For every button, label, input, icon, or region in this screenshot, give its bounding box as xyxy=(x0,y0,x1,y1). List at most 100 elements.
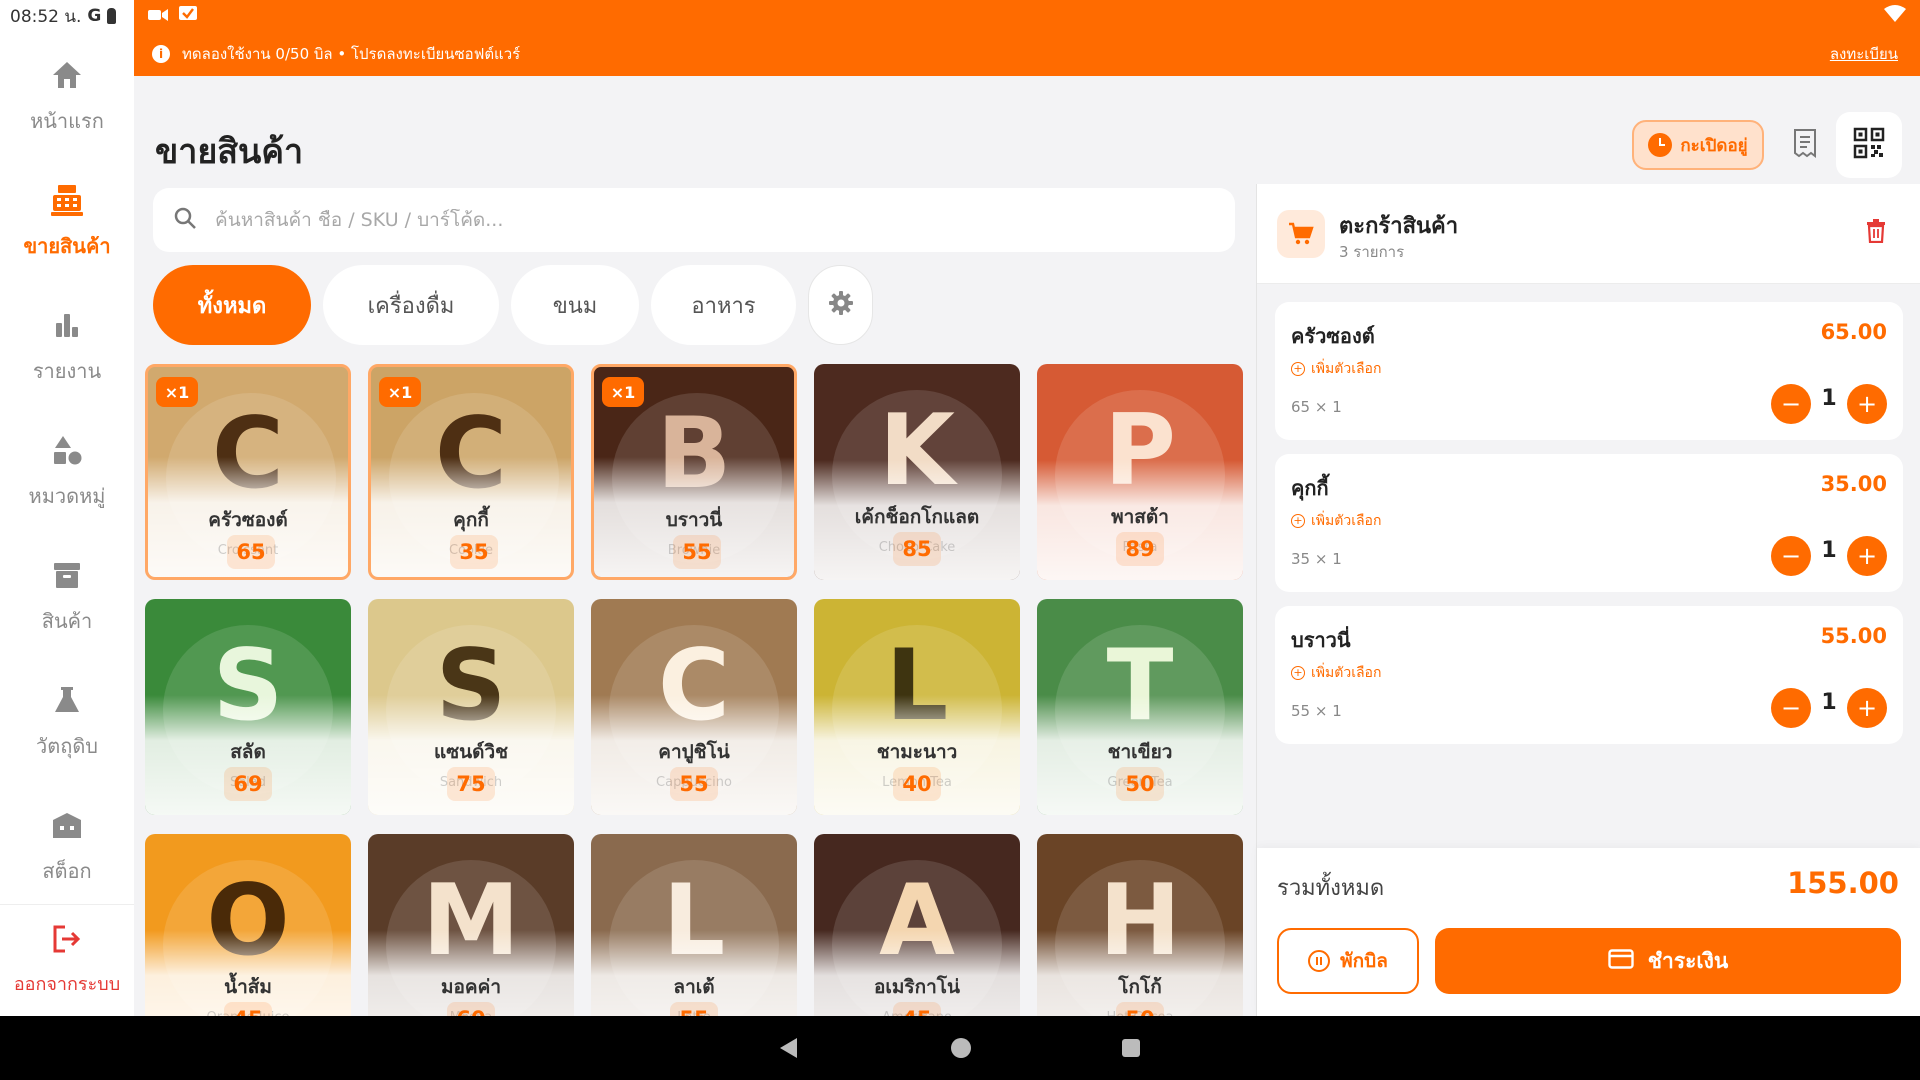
product-name: ชาเขียว xyxy=(1107,741,1173,763)
product-card[interactable]: T ชาเขียว Green Tea 50 xyxy=(1037,599,1243,815)
wifi-icon xyxy=(1884,5,1906,27)
sidebar-item-sell[interactable]: ขายสินค้า xyxy=(0,167,134,277)
status-right xyxy=(134,0,1920,32)
product-card[interactable]: Oน้ำส้มOrange Juice45 xyxy=(145,834,351,1016)
screen-check-icon xyxy=(178,5,198,27)
product-price: 65 xyxy=(227,535,275,569)
product-card[interactable]: S สลัด Salad 69 xyxy=(145,599,351,815)
cart-line-qty: 1 xyxy=(1821,690,1837,715)
gear-icon xyxy=(828,290,854,320)
hold-bill-label: พักบิล xyxy=(1340,950,1388,972)
status-time: 08:52 น. xyxy=(10,6,82,27)
sidebar-item-products[interactable]: สินค้า xyxy=(0,542,134,652)
page-title: ขายสินค้า xyxy=(155,132,304,172)
decrease-qty-button[interactable]: − xyxy=(1771,688,1811,728)
add-option-link[interactable]: + เพิ่มตัวเลือก xyxy=(1291,510,1381,532)
category-settings-button[interactable] xyxy=(808,265,873,345)
clock-icon xyxy=(1648,133,1673,157)
cart-icon xyxy=(1277,210,1325,258)
pay-label: ชำระเงิน xyxy=(1647,948,1729,973)
recent-apps-icon[interactable] xyxy=(1122,1039,1140,1057)
product-name: คุกกี้ xyxy=(453,509,489,531)
hold-bill-button[interactable]: พักบิล xyxy=(1277,928,1419,994)
cart-line-total: 55.00 xyxy=(1820,624,1887,648)
product-name: คาปูชิโน่ xyxy=(658,741,730,763)
sidebar-item-label: ออกจากระบบ xyxy=(13,974,121,995)
sidebar-item-label: สต็อก xyxy=(42,859,92,883)
product-card[interactable]: C ครัวซองต์ Croissant 65 ×1 xyxy=(145,364,351,580)
product-qty-badge: ×1 xyxy=(379,377,421,407)
category-tab-all[interactable]: ทั้งหมด xyxy=(153,265,311,345)
add-option-link[interactable]: + เพิ่มตัวเลือก xyxy=(1291,662,1381,684)
sidebar-item-reports[interactable]: รายงาน xyxy=(0,292,134,402)
product-price: 69 xyxy=(224,767,272,801)
cart-line-qty: 1 xyxy=(1821,386,1837,411)
product-card[interactable]: Mมอคค่าMocha60 xyxy=(368,834,574,1016)
increase-qty-button[interactable]: + xyxy=(1847,536,1887,576)
decrease-qty-button[interactable]: − xyxy=(1771,536,1811,576)
category-tab-snacks[interactable]: ขนม xyxy=(511,265,639,345)
product-card[interactable]: P พาสต้า Pasta 89 xyxy=(1037,364,1243,580)
category-tab-drinks[interactable]: เครื่องดื่ม xyxy=(323,265,499,345)
warehouse-icon xyxy=(49,807,85,843)
cart-line-item: ครัวซองต์ 65.00 + เพิ่มตัวเลือก 65 × 1 − … xyxy=(1275,302,1903,440)
product-card[interactable]: C คุกกี้ Cookie 35 ×1 xyxy=(368,364,574,580)
product-card[interactable]: L ชามะนาว Lemon Tea 40 xyxy=(814,599,1020,815)
product-qty-badge: ×1 xyxy=(602,377,644,407)
sidebar-item-categories[interactable]: หมวดหมู่ xyxy=(0,417,134,527)
archive-box-icon xyxy=(49,557,85,593)
product-price: 75 xyxy=(447,767,495,801)
back-icon[interactable] xyxy=(780,1038,797,1058)
product-name: อเมริกาโน่ xyxy=(873,976,960,998)
product-card[interactable]: Aอเมริกาโน่Americano45 xyxy=(814,834,1020,1016)
total-value: 155.00 xyxy=(1787,866,1899,900)
cash-register-icon xyxy=(49,182,85,218)
product-qty-badge: ×1 xyxy=(156,377,198,407)
product-card[interactable]: B บราวนี่ Brownie 55 ×1 xyxy=(591,364,797,580)
product-card[interactable]: S แซนด์วิช Sandwich 75 xyxy=(368,599,574,815)
qr-scan-button[interactable] xyxy=(1836,112,1902,178)
product-name: ชามะนาว xyxy=(876,741,958,763)
sidebar-item-stock[interactable]: สต็อก xyxy=(0,792,134,902)
product-card[interactable]: C คาปูชิโน่ Cappuccino 55 xyxy=(591,599,797,815)
qr-code-icon xyxy=(1853,127,1885,163)
minus-icon: − xyxy=(1780,390,1802,418)
product-name: ครัวซองต์ xyxy=(208,509,288,531)
category-tab-food[interactable]: อาหาร xyxy=(651,265,796,345)
logout-button[interactable]: ออกจากระบบ xyxy=(0,904,134,1014)
home-icon xyxy=(49,57,85,93)
product-name: โกโก้ xyxy=(1118,976,1162,998)
home-circle-icon[interactable] xyxy=(951,1038,971,1058)
sidebar-item-ingredients[interactable]: วัตถุดิบ xyxy=(0,667,134,777)
product-price: 45 xyxy=(893,1002,941,1016)
google-icon: G xyxy=(87,6,102,26)
sidebar-item-home[interactable]: หน้าแรก xyxy=(0,42,134,152)
shift-open-button[interactable]: กะเปิดอยู่ xyxy=(1632,120,1764,170)
plus-circle-icon: + xyxy=(1291,362,1305,376)
register-link[interactable]: ลงทะเบียน xyxy=(1830,42,1898,66)
product-card[interactable]: Hโกโก้Hot Cocoa50 xyxy=(1037,834,1243,1016)
pay-button[interactable]: ชำระเงิน xyxy=(1435,928,1901,994)
product-price: 85 xyxy=(893,532,941,566)
add-option-label: เพิ่มตัวเลือก xyxy=(1311,513,1382,529)
sidebar: หน้าแรก ขายสินค้า รายงาน หมวดหมู่ สินค้า… xyxy=(0,32,134,1016)
product-card[interactable]: K เค้กช็อกโกแลต Choco Cake 85 xyxy=(814,364,1020,580)
add-option-link[interactable]: + เพิ่มตัวเลือก xyxy=(1291,358,1381,380)
flask-icon xyxy=(49,682,85,718)
status-bar: 08:52 น. G xyxy=(0,0,1920,32)
cart-line-unit: 55 × 1 xyxy=(1291,702,1342,720)
product-grid: C ครัวซองต์ Croissant 65 ×1 C คุกกี้ Cookie 35 ×1… xyxy=(145,364,1245,1016)
product-name: พาสต้า xyxy=(1111,506,1169,528)
cart-line-unit: 35 × 1 xyxy=(1291,550,1342,568)
clear-cart-button[interactable] xyxy=(1861,218,1891,248)
sidebar-item-label: หน้าแรก xyxy=(30,109,104,133)
increase-qty-button[interactable]: + xyxy=(1847,688,1887,728)
cart-panel: ตะกร้าสินค้า 3 รายการ ครัวซองต์ 65.00 + เ… xyxy=(1256,184,1920,1016)
increase-qty-button[interactable]: + xyxy=(1847,384,1887,424)
search-icon xyxy=(173,206,197,234)
receipt-button[interactable] xyxy=(1780,120,1830,170)
search-input[interactable] xyxy=(215,209,1235,231)
decrease-qty-button[interactable]: − xyxy=(1771,384,1811,424)
product-card[interactable]: Lลาเต้Latte55 xyxy=(591,834,797,1016)
sidebar-item-label: หมวดหมู่ xyxy=(28,484,106,508)
